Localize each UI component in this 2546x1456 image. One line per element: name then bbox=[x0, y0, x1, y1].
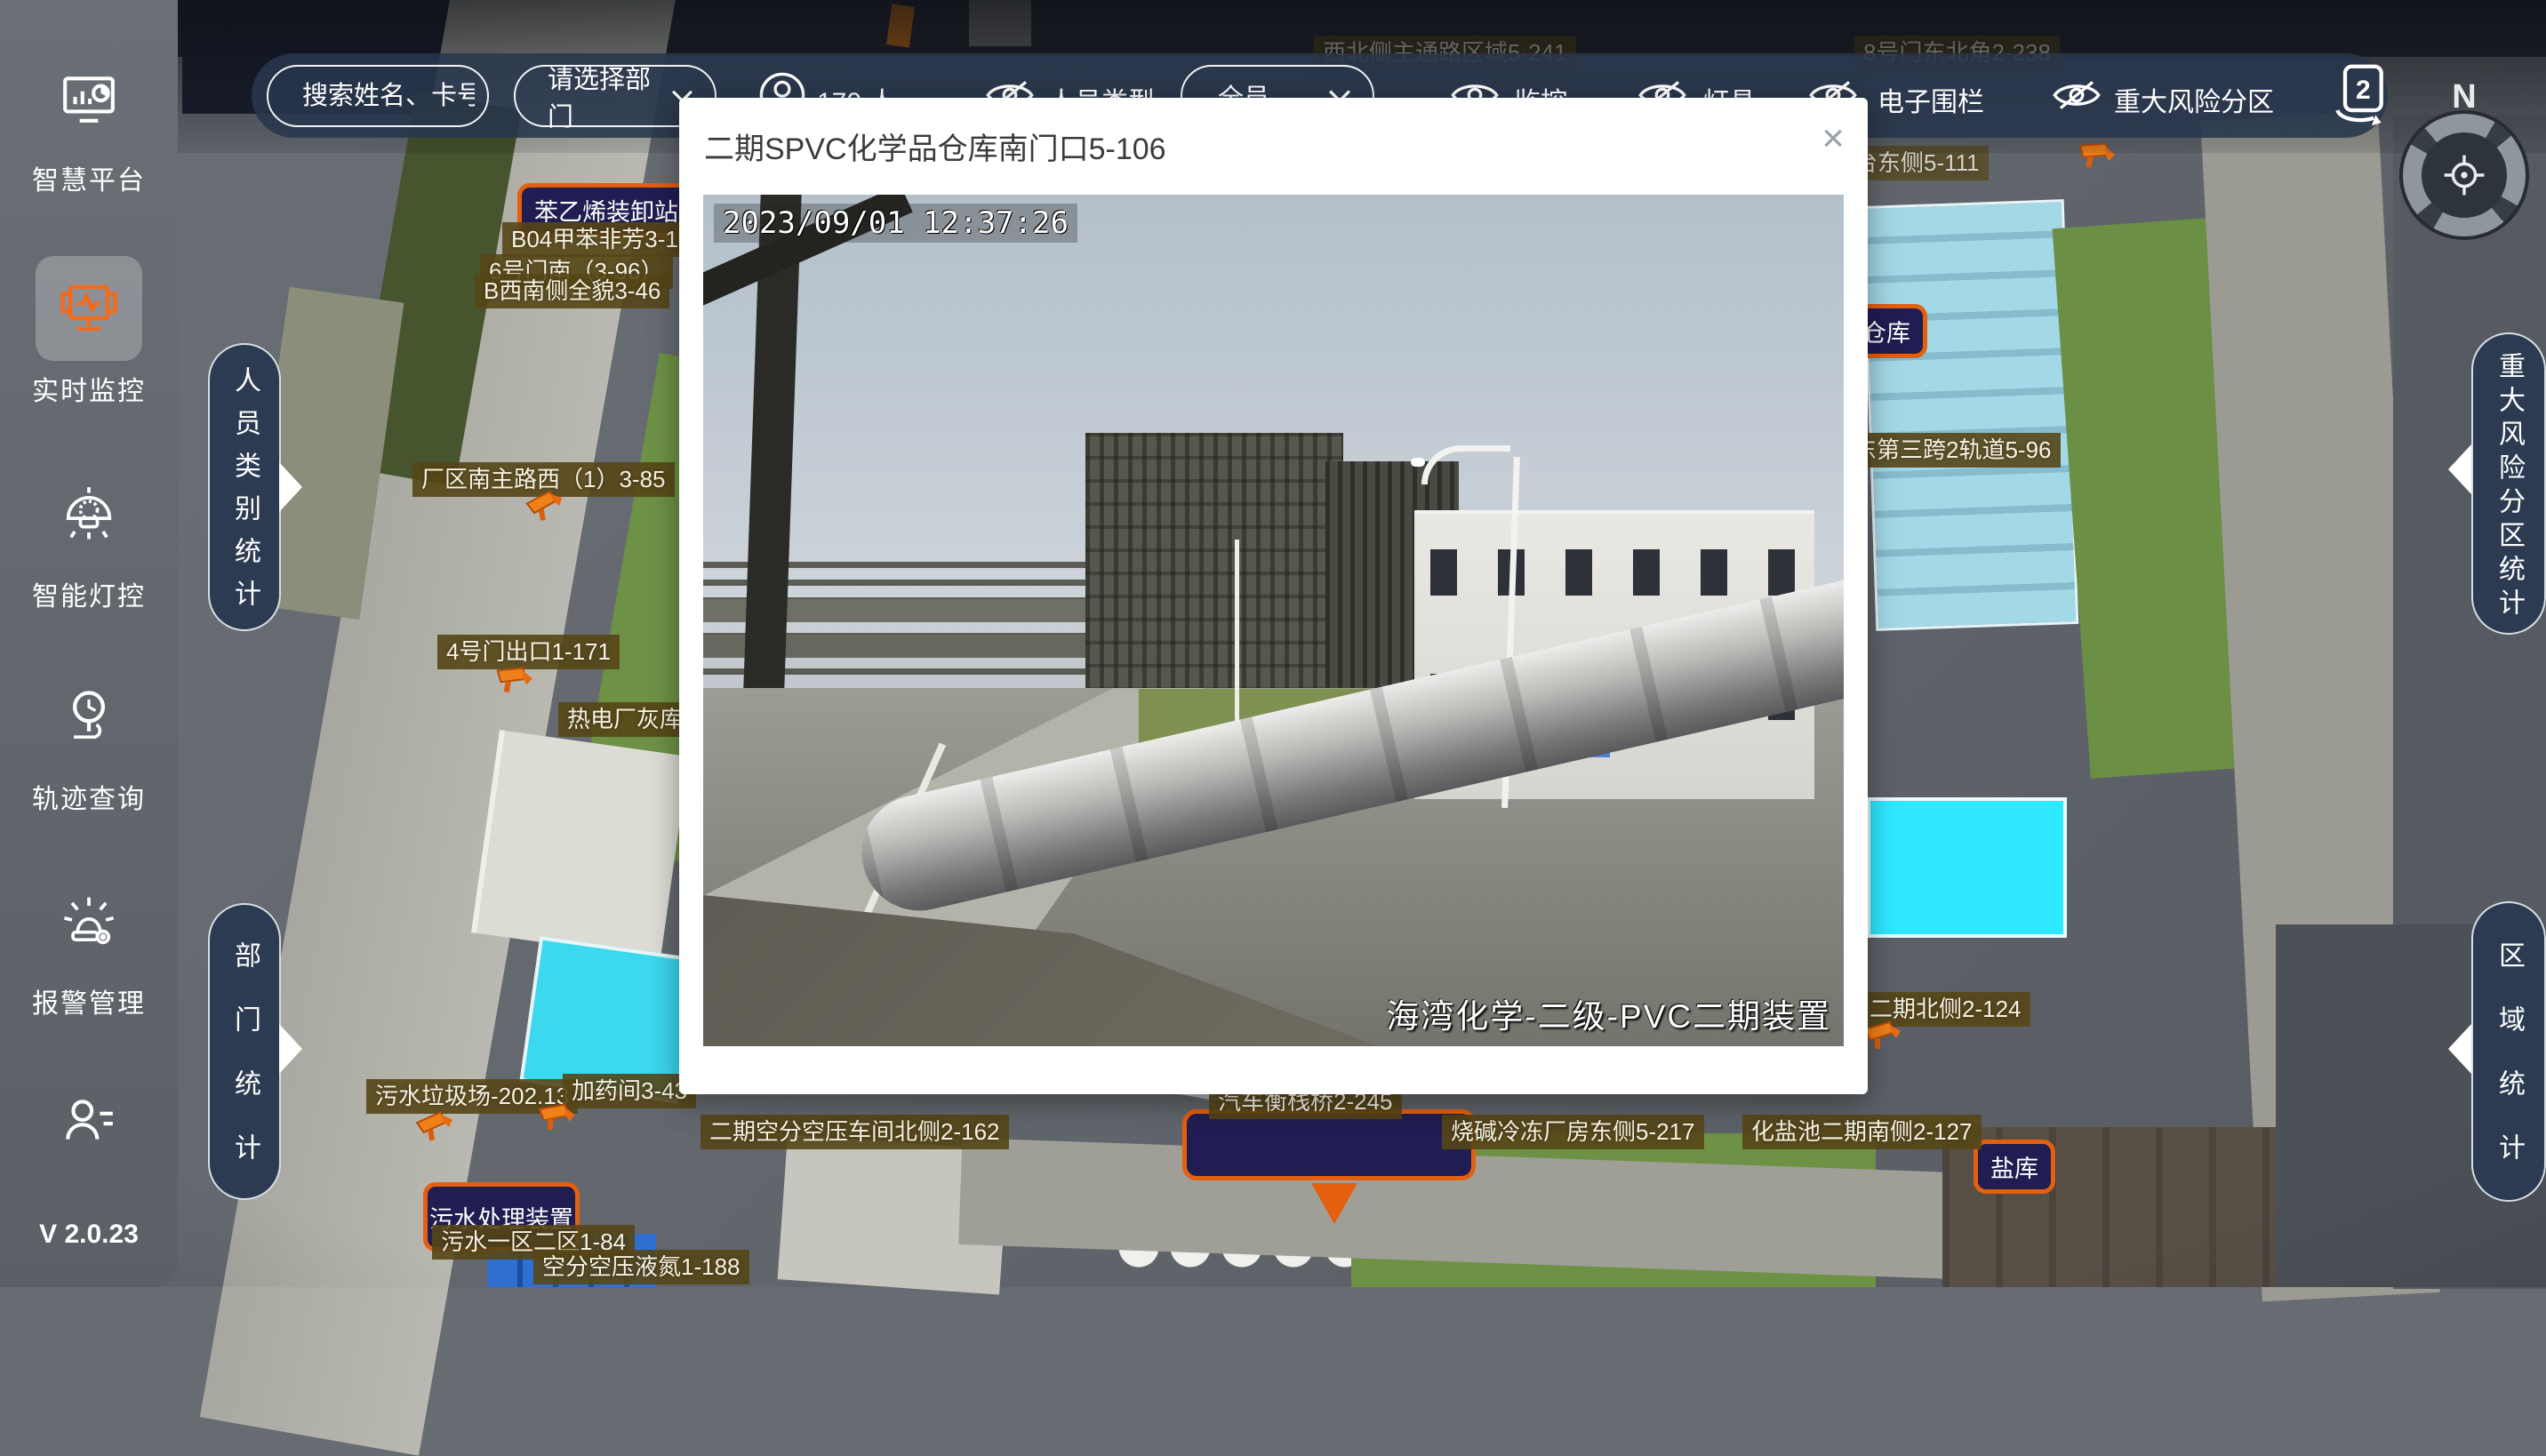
sidebar-item-label[interactable]: 报警管理 bbox=[0, 981, 178, 1020]
sidebar-item-label[interactable]: 智慧平台 bbox=[0, 158, 178, 197]
cam-structure bbox=[1085, 433, 1343, 691]
cam-streetlight-lamp bbox=[1411, 458, 1425, 467]
cctv-camera-icon[interactable] bbox=[492, 661, 538, 700]
track-query-icon bbox=[59, 686, 119, 750]
compass-target-icon bbox=[2439, 150, 2489, 200]
cam-building-windows bbox=[1430, 549, 1802, 596]
smart-light-icon bbox=[59, 484, 119, 548]
sidebar-item-smart-light[interactable] bbox=[0, 484, 178, 553]
map-label[interactable]: 空分空压液氮1-188 bbox=[533, 1250, 749, 1284]
tab-expand-arrow-icon[interactable] bbox=[2448, 1024, 2471, 1074]
tab-department-stats[interactable]: 部门统计 bbox=[208, 903, 281, 1200]
department-select-value: 请选择部门 bbox=[548, 59, 671, 133]
cctv-camera-icon[interactable] bbox=[524, 487, 570, 527]
eye-slash-icon[interactable] bbox=[2053, 78, 2101, 112]
search-input-wrap bbox=[267, 65, 489, 127]
map-label[interactable]: B04甲苯非芳3-10 bbox=[502, 222, 700, 257]
camera-watermark: 海湾化学-二级-PVC二期装置 bbox=[1386, 989, 1831, 1037]
camera-feed: 2023/09/01 12:37:26 海湾化学-二级-PVC二期装置 bbox=[703, 195, 1844, 1046]
app-version: V 2.0.23 bbox=[0, 1220, 178, 1250]
tab-major-risk-zone-stats[interactable]: 重大风险分区统计 bbox=[2471, 332, 2546, 635]
sidebar-item-realtime-monitor[interactable] bbox=[36, 256, 142, 361]
cctv-camera-icon[interactable] bbox=[2074, 137, 2120, 177]
view-switch-2d-icon[interactable]: 2 bbox=[2332, 60, 2385, 132]
cctv-camera-icon[interactable] bbox=[1863, 1020, 1904, 1052]
tab-expand-arrow-icon[interactable] bbox=[2448, 444, 2471, 494]
alarm-icon bbox=[58, 889, 120, 953]
map-label[interactable]: 加药间3-43 bbox=[563, 1074, 696, 1108]
sidebar-item-personnel[interactable] bbox=[0, 1092, 178, 1155]
person-list-icon bbox=[59, 1092, 119, 1150]
modal-title: 二期SPVC化学品仓库南门口5-106 bbox=[704, 124, 1166, 168]
search-input[interactable] bbox=[268, 82, 487, 111]
realtime-monitor-icon bbox=[58, 277, 120, 340]
close-icon[interactable]: × bbox=[1821, 119, 1845, 158]
tab-expand-arrow-icon[interactable] bbox=[279, 462, 302, 512]
map-label[interactable]: B西南侧全貌3-46 bbox=[475, 274, 669, 308]
compass-inner bbox=[2422, 132, 2507, 218]
sidebar: 智慧平台 实时监控 智能灯控 轨迹查询 bbox=[0, 0, 178, 1287]
map-label[interactable]: 化盐池二期南侧2-127 bbox=[1742, 1115, 1982, 1149]
map-label[interactable]: 二期空分空压车间北侧2-162 bbox=[701, 1115, 1009, 1149]
sidebar-item-track-query[interactable] bbox=[0, 686, 178, 755]
map-label[interactable]: 4号门出口1-171 bbox=[437, 635, 620, 669]
cctv-camera-icon[interactable] bbox=[414, 1108, 460, 1146]
tab-expand-arrow-icon[interactable] bbox=[279, 1024, 302, 1074]
camera-modal: 二期SPVC化学品仓库南门口5-106 × 2023/09/01 12:37:2… bbox=[679, 98, 1868, 1094]
svg-text:2: 2 bbox=[2356, 76, 2371, 105]
sidebar-item-label[interactable]: 实时监控 bbox=[0, 369, 178, 408]
map-label[interactable]: 热电厂灰库 bbox=[558, 702, 692, 737]
map-label[interactable]: 东第三跨2轨道5-96 bbox=[1845, 433, 2061, 468]
sidebar-item-smart-platform[interactable] bbox=[0, 69, 178, 132]
sidebar-item-label[interactable]: 智能灯控 bbox=[0, 574, 178, 613]
sidebar-item-label[interactable]: 轨迹查询 bbox=[0, 777, 178, 816]
tab-personnel-category-stats[interactable]: 人员类别统计 bbox=[208, 343, 281, 631]
toggle-efence-label[interactable]: 电子围栏 bbox=[1877, 80, 1984, 119]
tab-area-stats[interactable]: 区域统计 bbox=[2471, 901, 2546, 1202]
dashboard-monitor-icon bbox=[60, 69, 118, 128]
compass[interactable] bbox=[2399, 110, 2529, 240]
cctv-camera-icon[interactable] bbox=[535, 1100, 580, 1137]
toggle-risk-zone-label[interactable]: 重大风险分区 bbox=[2114, 80, 2274, 119]
camera-timestamp: 2023/09/01 12:37:26 bbox=[714, 204, 1077, 243]
cam-streetlight-arm bbox=[1421, 445, 1510, 484]
map-label[interactable]: 烧碱冷冻厂房东侧5-217 bbox=[1442, 1115, 1704, 1149]
map-label[interactable]: 盐库 bbox=[1974, 1140, 2055, 1194]
sidebar-item-alarm-management[interactable] bbox=[0, 889, 178, 957]
